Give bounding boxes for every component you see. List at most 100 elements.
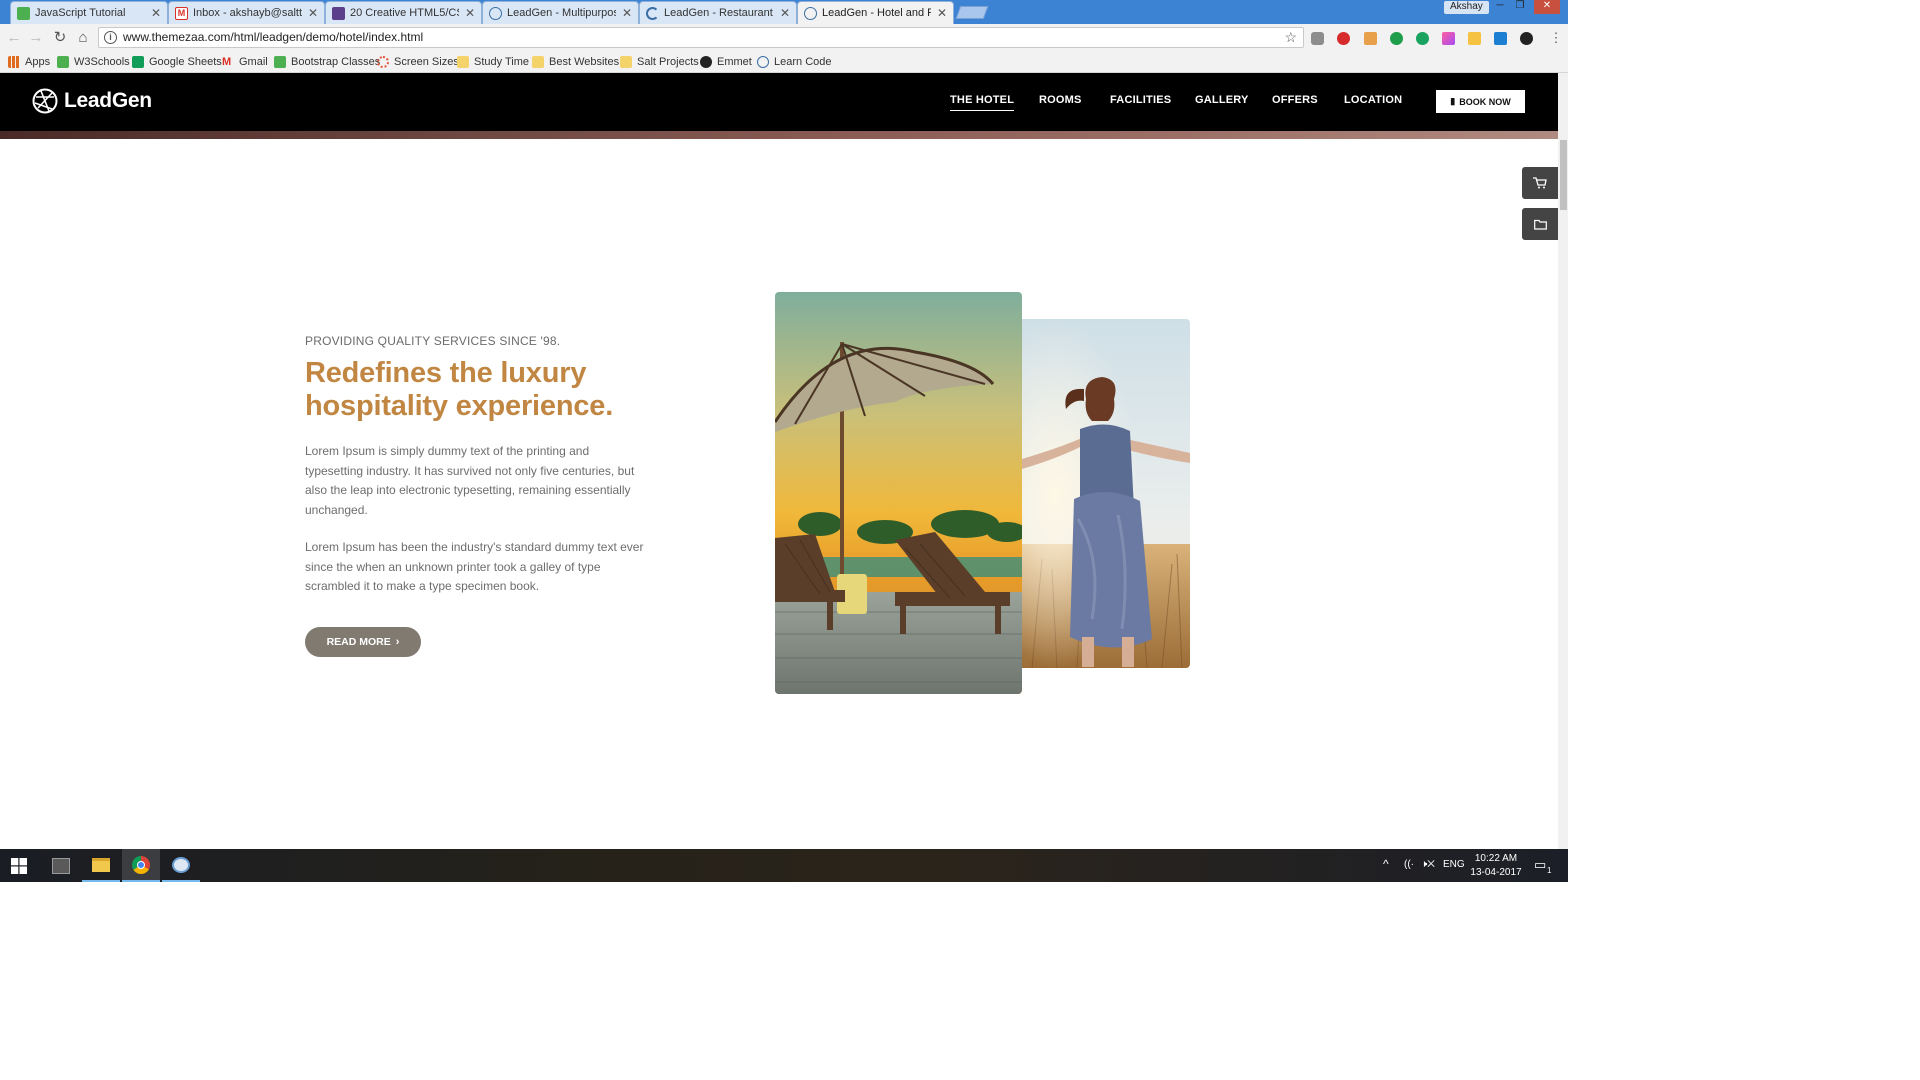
browser-tab[interactable]: LeadGen - Multipurpose ✕	[482, 1, 639, 24]
close-tab-icon[interactable]: ✕	[780, 6, 790, 20]
nav-rooms[interactable]: ROOMS	[1039, 94, 1082, 106]
windows-logo-icon	[11, 857, 27, 874]
browser-tab[interactable]: 20 Creative HTML5/CSS3 ✕	[325, 1, 482, 24]
nav-the-hotel[interactable]: THE HOTEL	[950, 94, 1015, 111]
read-more-label: READ MORE	[326, 636, 391, 648]
notification-count: 1	[1547, 866, 1552, 875]
grammarly-extension-icon[interactable]	[1416, 32, 1429, 45]
browser-tab[interactable]: M Inbox - akshayb@saltte ✕	[168, 1, 325, 24]
nav-facilities[interactable]: FACILITIES	[1110, 94, 1171, 106]
section-kicker: PROVIDING QUALITY SERVICES SINCE '98.	[305, 334, 561, 348]
globe-icon	[757, 56, 769, 68]
bookmark-label: W3Schools	[74, 56, 130, 68]
site-icon	[332, 6, 345, 20]
site-header: LeadGen THE HOTEL ROOMS FACILITIES GALLE…	[0, 73, 1558, 131]
taskbar-file-explorer[interactable]	[82, 849, 120, 882]
folder-button[interactable]	[1522, 208, 1558, 240]
chevron-up-icon[interactable]: ^	[1383, 857, 1389, 871]
app-icon	[52, 857, 70, 874]
bookmark-label: Google Sheets	[149, 56, 222, 68]
scrollbar-thumb[interactable]	[1560, 140, 1567, 210]
close-tab-icon[interactable]: ✕	[622, 6, 632, 20]
browser-toolbar: ← → ↻ ⌂ i www.themezaa.com/html/leadgen/…	[0, 24, 1568, 51]
action-center-icon[interactable]: ▭	[1534, 857, 1546, 873]
menu-icon[interactable]: ⋮	[1546, 28, 1566, 48]
logo[interactable]: LeadGen	[32, 88, 152, 114]
extension-icon[interactable]	[1442, 32, 1455, 45]
bookmark-label: Learn Code	[774, 56, 832, 68]
reload-icon[interactable]: ↻	[50, 28, 70, 48]
profile-name[interactable]: Akshay	[1444, 1, 1489, 14]
close-tab-icon[interactable]: ✕	[151, 6, 161, 20]
folder-icon	[457, 56, 469, 68]
gmail-icon: M	[175, 6, 188, 20]
folder-icon	[620, 56, 632, 68]
bookmark-folder-best-websites[interactable]: Best Websites	[532, 54, 619, 70]
w3schools-icon	[17, 6, 30, 20]
close-tab-icon[interactable]: ✕	[937, 6, 947, 20]
clock[interactable]: 10:22 AM 13-04-2017	[1470, 852, 1522, 880]
volume-muted-icon[interactable]: 🕨✕	[1421, 859, 1435, 870]
close-window-icon[interactable]: ✕	[1534, 0, 1560, 14]
globe-icon	[804, 6, 817, 20]
bookmark-bootstrap-classes[interactable]: Bootstrap Classes	[274, 54, 380, 70]
new-tab-button[interactable]	[955, 6, 989, 19]
url-text: www.themezaa.com/html/leadgen/demo/hotel…	[123, 30, 424, 44]
nav-offers[interactable]: OFFERS	[1272, 94, 1318, 106]
chevron-right-icon: ›	[395, 636, 400, 648]
extension-icon[interactable]	[1520, 32, 1533, 45]
book-now-button[interactable]: ▮ BOOK NOW	[1436, 90, 1525, 113]
tab-strip: JavaScript Tutorial ✕ M Inbox - akshayb@…	[0, 0, 1568, 24]
minimize-icon[interactable]: ─	[1490, 0, 1510, 14]
extension-icon[interactable]	[1364, 32, 1377, 45]
w3schools-icon	[274, 56, 286, 68]
adblock-extension-icon[interactable]	[1337, 32, 1350, 45]
bookmark-google-sheets[interactable]: Google Sheets	[132, 54, 222, 70]
screen-sizes-icon	[377, 56, 389, 68]
back-icon[interactable]: ←	[4, 28, 24, 48]
close-tab-icon[interactable]: ✕	[308, 6, 318, 20]
bookmark-learn-code[interactable]: Learn Code	[757, 54, 832, 70]
emmet-icon	[700, 56, 712, 68]
taskbar-paint[interactable]	[162, 849, 200, 882]
bookmark-label: Apps	[25, 56, 51, 68]
taskbar-app[interactable]	[42, 849, 80, 882]
browser-tab-active[interactable]: LeadGen - Hotel and Res ✕	[797, 1, 954, 24]
nav-location[interactable]: LOCATION	[1344, 94, 1402, 106]
address-bar[interactable]: i www.themezaa.com/html/leadgen/demo/hot…	[98, 27, 1304, 48]
bookmark-gmail[interactable]: M Gmail	[222, 54, 268, 70]
bookmark-folder-salt-projects[interactable]: Salt Projects	[620, 54, 699, 70]
bookmark-star-icon[interactable]: ☆	[1284, 28, 1297, 47]
info-icon[interactable]: i	[104, 31, 117, 44]
close-tab-icon[interactable]: ✕	[465, 6, 475, 20]
restore-icon[interactable]: ❐	[1510, 0, 1530, 14]
language-indicator[interactable]: ENG	[1443, 859, 1465, 870]
bookmark-folder-study-time[interactable]: Study Time	[457, 54, 529, 70]
browser-tab[interactable]: LeadGen - Restaurant - l ✕	[639, 1, 797, 24]
nav-gallery[interactable]: GALLERY	[1195, 94, 1249, 106]
tab-title: JavaScript Tutorial	[35, 7, 126, 19]
tab-title: 20 Creative HTML5/CSS3	[350, 7, 459, 19]
bookmark-label: Bootstrap Classes	[291, 56, 381, 68]
read-more-button[interactable]: READ MORE ›	[305, 627, 421, 657]
cart-icon	[1533, 177, 1547, 189]
taskbar-chrome[interactable]	[122, 849, 160, 882]
extension-icon[interactable]	[1390, 32, 1403, 45]
tab-title: LeadGen - Hotel and Res	[822, 7, 931, 19]
start-button[interactable]	[0, 849, 38, 882]
browser-tab[interactable]: JavaScript Tutorial ✕	[10, 1, 168, 24]
extension-icon[interactable]	[1468, 32, 1481, 45]
forward-icon[interactable]: →	[26, 28, 46, 48]
bookmark-screen-sizes[interactable]: Screen Sizes	[377, 54, 459, 70]
recycle-extension-icon[interactable]	[1311, 32, 1324, 45]
bookmark-icon: ▮	[1450, 96, 1456, 106]
home-icon[interactable]: ⌂	[73, 28, 93, 48]
cart-button[interactable]	[1522, 167, 1558, 199]
windows-taskbar: ^ ((· 🕨✕ ENG 10:22 AM 13-04-2017 ▭ 1	[0, 849, 1568, 882]
bookmark-apps[interactable]: Apps	[8, 54, 50, 70]
bookmark-emmet[interactable]: Emmet	[700, 54, 752, 70]
extension-icon[interactable]	[1494, 32, 1507, 45]
leadgen-logo-icon	[32, 88, 58, 114]
bookmark-w3schools[interactable]: W3Schools	[57, 54, 130, 70]
wifi-icon[interactable]: ((·	[1404, 859, 1414, 870]
